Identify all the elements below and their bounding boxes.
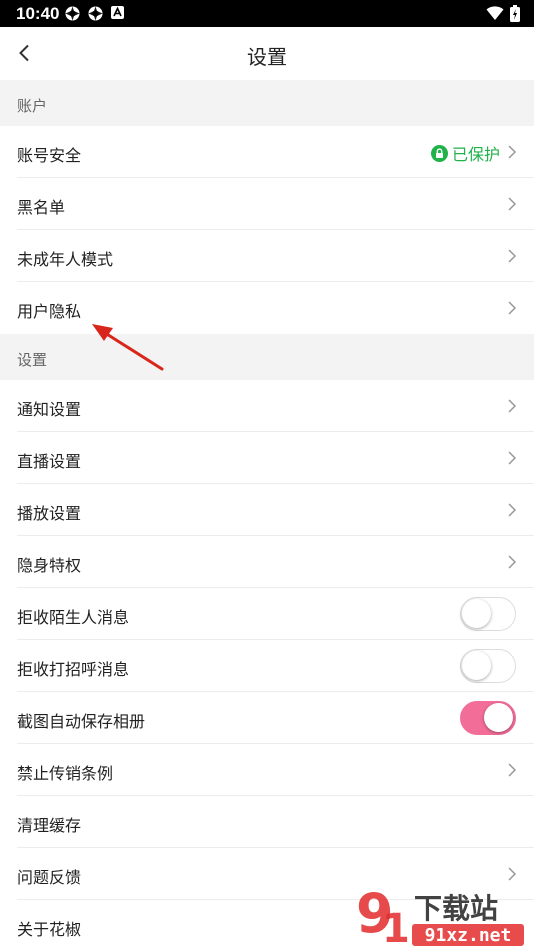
header: 设置 <box>0 27 534 80</box>
row-label: 黑名单 <box>17 200 66 217</box>
chevron-right-icon <box>508 301 517 315</box>
watermark-logo-icon: 9 1 下载站 91xz.net <box>356 882 524 950</box>
row-auto-save-screenshot: 截图自动保存相册 <box>0 692 534 744</box>
row-notification-settings[interactable]: 通知设置 <box>0 380 534 432</box>
row-label: 账号安全 <box>17 148 82 165</box>
page-title: 设置 <box>247 47 287 69</box>
row-label: 隐身特权 <box>17 558 82 575</box>
row-label: 通知设置 <box>17 402 82 419</box>
watermark-logo: 9 1 下载站 91xz.net <box>352 880 532 950</box>
row-reject-stranger-messages: 拒收陌生人消息 <box>0 588 534 640</box>
watermark-domain: 91xz.net <box>425 925 512 946</box>
chevron-right-icon <box>508 197 517 211</box>
row-label: 拒收打招呼消息 <box>17 662 130 679</box>
row-user-privacy[interactable]: 用户隐私 <box>0 282 534 334</box>
lock-icon <box>430 144 448 162</box>
chevron-right-icon <box>508 249 517 263</box>
status-time: 10:40 <box>16 4 60 23</box>
section-title: 账户 <box>17 98 48 115</box>
row-playback-settings[interactable]: 播放设置 <box>0 484 534 536</box>
status-bar: 10:40 <box>0 0 534 27</box>
row-anti-pyramid-rules[interactable]: 禁止传销条例 <box>0 744 534 796</box>
row-label: 关于花椒 <box>17 922 82 939</box>
row-label: 拒收陌生人消息 <box>17 610 130 627</box>
vpn-icon <box>88 6 103 21</box>
row-label: 播放设置 <box>17 506 82 523</box>
auto-save-screenshot-toggle[interactable] <box>460 701 516 735</box>
reject-greeting-messages-toggle[interactable] <box>460 649 516 683</box>
section-title: 设置 <box>17 352 48 369</box>
row-label: 禁止传销条例 <box>17 766 114 783</box>
battery-icon <box>510 5 520 22</box>
row-label: 直播设置 <box>17 454 82 471</box>
row-clear-cache[interactable]: 清理缓存 <box>0 796 534 848</box>
toggle-knob <box>462 651 491 680</box>
row-label: 清理缓存 <box>17 818 82 835</box>
watermark-brand: 下载站 <box>414 892 498 925</box>
wifi-icon <box>486 6 504 20</box>
svg-text:1: 1 <box>382 906 410 950</box>
toggle-knob <box>462 599 491 628</box>
chevron-right-icon <box>508 399 517 413</box>
protected-status: 已保护 <box>430 141 500 165</box>
protected-status-text: 已保护 <box>451 147 500 164</box>
reject-stranger-messages-toggle[interactable] <box>460 597 516 631</box>
chevron-right-icon <box>508 451 517 465</box>
row-blacklist[interactable]: 黑名单 <box>0 178 534 230</box>
status-icons-left <box>64 5 125 22</box>
section-header-settings: 设置 <box>0 334 534 380</box>
row-invisible-privilege[interactable]: 隐身特权 <box>0 536 534 588</box>
row-account-security[interactable]: 账号安全 已保护 <box>0 126 534 178</box>
chevron-right-icon <box>508 145 517 159</box>
toggle-knob <box>484 703 513 732</box>
row-reject-greeting-messages: 拒收打招呼消息 <box>0 640 534 692</box>
row-live-settings[interactable]: 直播设置 <box>0 432 534 484</box>
section-header-account: 账户 <box>0 80 534 126</box>
row-minor-mode[interactable]: 未成年人模式 <box>0 230 534 282</box>
chevron-right-icon <box>508 503 517 517</box>
notification-a-icon <box>111 6 124 19</box>
row-label: 未成年人模式 <box>17 252 114 269</box>
row-label: 截图自动保存相册 <box>17 714 146 731</box>
row-label: 问题反馈 <box>17 870 82 887</box>
row-label: 用户隐私 <box>17 304 82 321</box>
status-icons-right <box>486 5 520 22</box>
chevron-right-icon <box>508 763 517 777</box>
chevron-right-icon <box>508 555 517 569</box>
vpn-icon <box>65 6 80 21</box>
